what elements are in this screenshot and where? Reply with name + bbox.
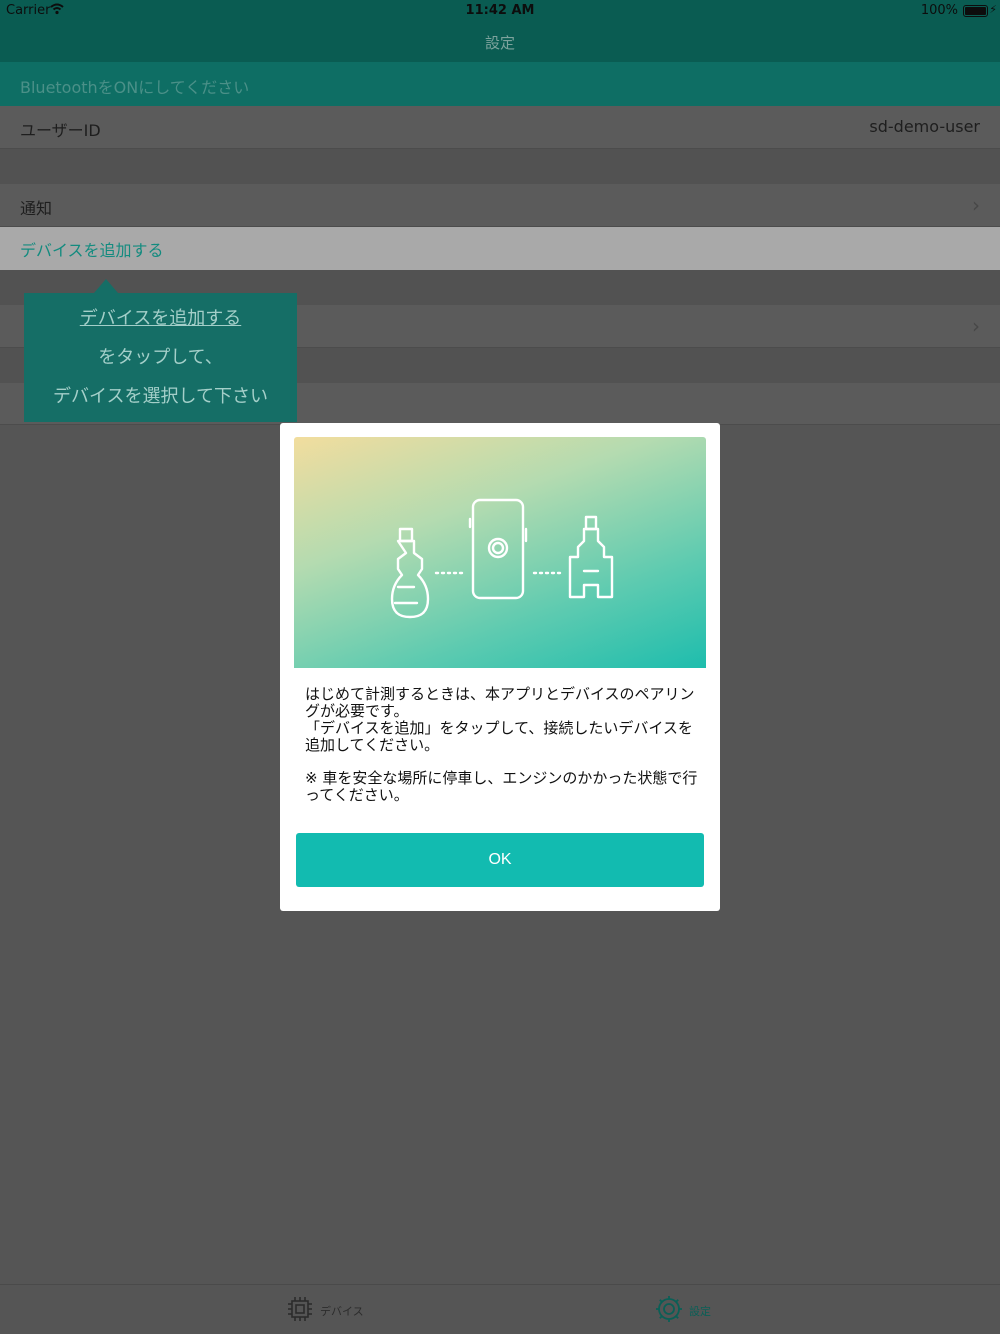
tooltip-text: デバイスを選択して下さい — [53, 386, 268, 407]
clock: 11:42 AM — [465, 3, 535, 18]
tab-settings[interactable]: 設定 — [655, 1295, 711, 1325]
notification-label: 通知 — [20, 199, 53, 218]
add-device-label: デバイスを追加する — [20, 241, 164, 260]
tab-devices-label: デバイス — [320, 1305, 364, 1318]
dialog-paragraph: はじめて計測するときは、本アプリとデバイスのペアリングが必要です。 「デバイスを… — [305, 685, 695, 754]
smartphone-icon — [468, 498, 528, 600]
add-device-row[interactable]: デバイスを追加する — [0, 227, 1000, 270]
dialog-caution: ※ 車を安全な場所に停車し、エンジンのかかった状態で行ってください。 — [305, 769, 698, 804]
user-id-label: ユーザーID — [20, 121, 101, 140]
page-title: 設定 — [484, 34, 515, 52]
charging-icon: ⚡ — [989, 3, 997, 16]
bluetooth-warning-banner: BluetoothをONにしてください — [0, 62, 1000, 106]
status-bar: Carrier 11:42 AM 100% ⚡ — [0, 0, 1000, 22]
chevron-right-icon: › — [972, 314, 980, 338]
chip-icon — [288, 1297, 312, 1321]
gear-icon — [656, 1296, 682, 1322]
tab-devices[interactable]: デバイス — [286, 1295, 364, 1325]
ok-button[interactable]: OK — [296, 833, 704, 887]
tooltip-link-text: デバイスを追加する — [79, 308, 242, 329]
battery-percent: 100% — [920, 3, 958, 18]
user-id-row: ユーザーID sd-demo-user — [0, 106, 1000, 149]
car-charger-left-icon — [390, 527, 430, 619]
pairing-illustration-graphic — [390, 498, 614, 619]
dialog-message: はじめて計測するときは、本アプリとデバイスのペアリングが必要です。 「デバイスを… — [305, 686, 700, 820]
tooltip-text: をタップして、 — [98, 347, 223, 368]
chevron-right-icon: › — [972, 193, 980, 217]
user-id-value: sd-demo-user — [869, 117, 980, 136]
notification-row[interactable]: 通知 › — [0, 184, 1000, 227]
pairing-illustration — [294, 437, 706, 668]
tab-settings-label: 設定 — [689, 1305, 711, 1318]
section-spacer — [0, 149, 1000, 184]
battery-icon — [963, 5, 988, 17]
bluetooth-warning-text: BluetoothをONにしてください — [20, 78, 250, 97]
coach-tooltip: デバイスを追加する をタップして、 デバイスを選択して下さい — [24, 279, 297, 422]
tab-bar: デバイス 設定 — [0, 1284, 1000, 1334]
navigation-bar: 設定 — [0, 22, 1000, 62]
pairing-dialog: はじめて計測するときは、本アプリとデバイスのペアリングが必要です。 「デバイスを… — [280, 423, 720, 911]
obd-adapter-right-icon — [568, 515, 614, 599]
